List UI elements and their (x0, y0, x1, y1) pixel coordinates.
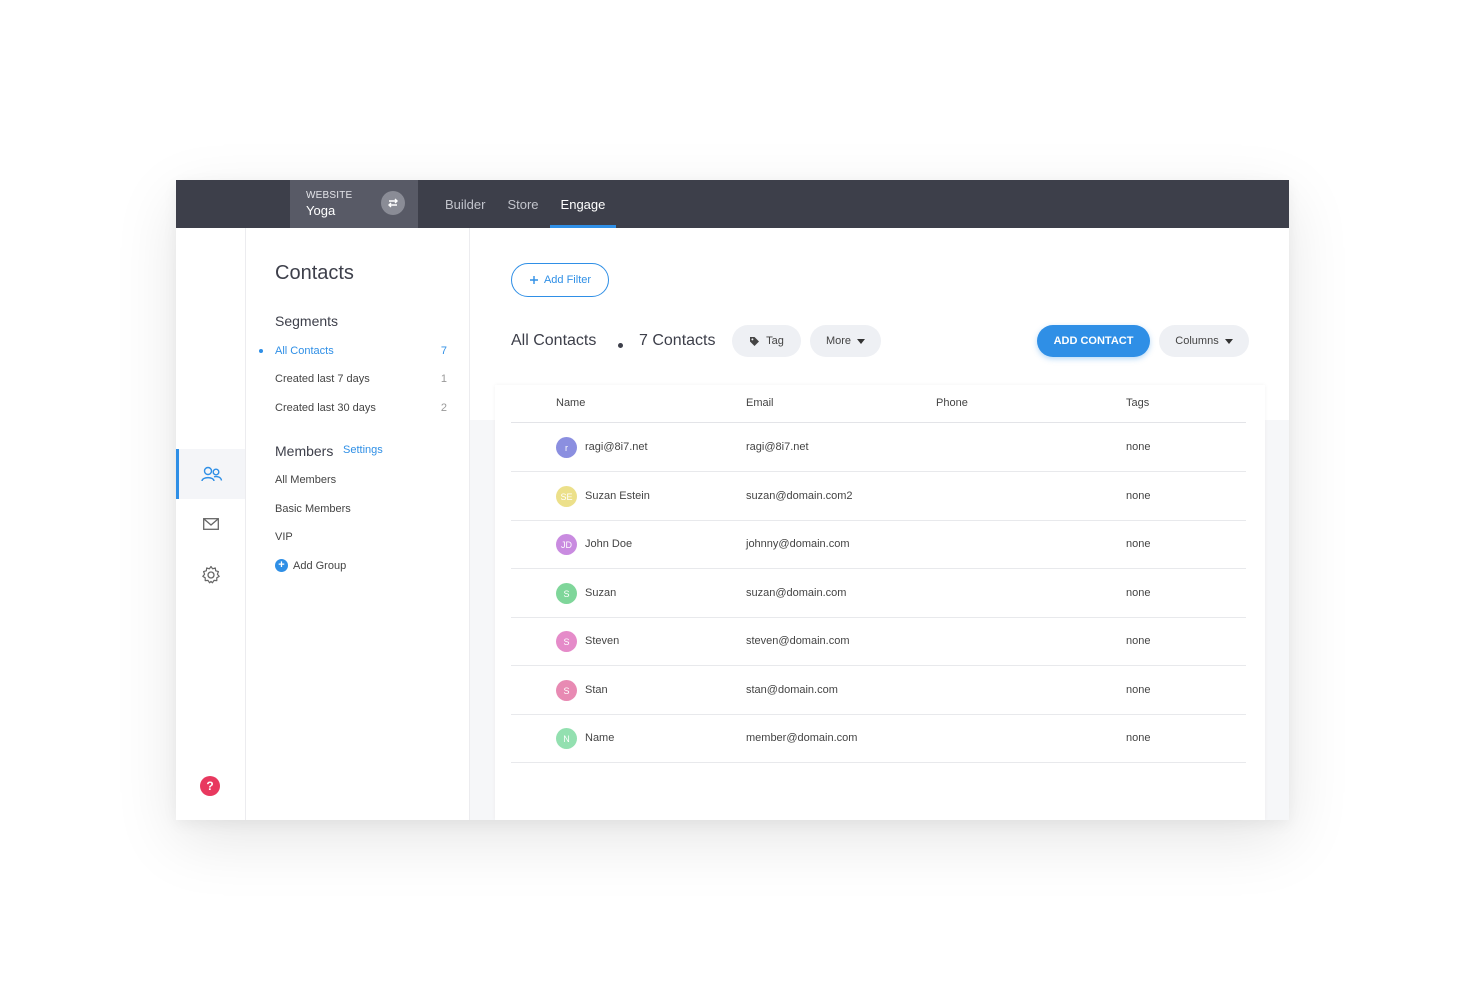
swap-arrows-icon (388, 198, 398, 208)
segment-created-last-30-days[interactable]: Created last 30 days 2 (275, 402, 447, 414)
separator-dot (618, 343, 623, 348)
segment-created-last-7-days[interactable]: Created last 7 days 1 (275, 373, 447, 385)
tag-icon (750, 336, 760, 346)
nav-store[interactable]: Store (496, 180, 549, 228)
contact-email: member@domain.com (746, 732, 858, 744)
contacts-count: 7 Contacts (639, 332, 716, 349)
table-row[interactable]: r ragi@8i7.net ragi@8i7.net none (511, 423, 1246, 472)
help-button[interactable]: ? (200, 776, 220, 796)
app-window: WEBSITE Yoga Builder Store Engage ? Cont… (176, 180, 1289, 820)
contact-tags: none (1126, 490, 1151, 502)
list-title: All Contacts (511, 332, 597, 349)
contact-email: suzan@domain.com (746, 587, 847, 599)
table-row[interactable]: SE Suzan Estein suzan@domain.com2 none (511, 472, 1246, 521)
chevron-down-icon (857, 338, 866, 344)
contact-email: johnny@domain.com (746, 538, 850, 550)
avatar: SE (556, 486, 577, 507)
avatar: S (556, 680, 577, 701)
avatar: S (556, 583, 577, 604)
table-row[interactable]: S Suzan suzan@domain.com none (511, 569, 1246, 618)
contact-tags: none (1126, 538, 1151, 550)
icon-rail: ? (176, 228, 246, 820)
tag-button[interactable]: Tag (732, 325, 801, 357)
columns-label: Columns (1175, 335, 1219, 347)
segment-label: All Contacts (275, 345, 334, 357)
contacts-icon (201, 466, 223, 482)
contact-tags: none (1126, 684, 1151, 696)
contact-name: John Doe (585, 538, 633, 550)
segment-count: 1 (440, 373, 447, 385)
members-settings-link[interactable]: Settings (343, 444, 383, 456)
contact-email: steven@domain.com (746, 635, 850, 647)
site-kind-label: WEBSITE (306, 190, 353, 201)
contacts-table: Name Email Phone Tags r ragi@8i7.net rag… (495, 385, 1265, 820)
active-segment-dot (259, 349, 263, 353)
table-row[interactable]: S Stan stan@domain.com none (511, 666, 1246, 715)
contact-tags: none (1126, 732, 1151, 744)
contact-name: Name (585, 732, 615, 744)
add-group-label: Add Group (293, 559, 347, 572)
contact-email: suzan@domain.com2 (746, 490, 853, 502)
table-row[interactable]: N Name member@domain.com none (511, 714, 1246, 763)
column-header-email[interactable]: Email (746, 397, 774, 409)
column-header-name[interactable]: Name (556, 397, 585, 409)
columns-button[interactable]: Columns (1159, 325, 1249, 357)
table-row[interactable]: JD John Doe johnny@domain.com none (511, 520, 1246, 569)
member-group-basic-members[interactable]: Basic Members (275, 503, 351, 515)
contact-name: ragi@8i7.net (585, 441, 648, 453)
site-switcher[interactable]: WEBSITE Yoga (290, 180, 418, 228)
main-content: Add Filter All Contacts 7 Contacts Tag M… (470, 228, 1289, 820)
plus-circle-icon: + (275, 559, 288, 572)
avatar: N (556, 728, 577, 749)
contact-tags: none (1126, 587, 1151, 599)
plus-icon (529, 276, 538, 284)
member-group-all-members[interactable]: All Members (275, 474, 336, 486)
contact-name: Steven (585, 635, 620, 647)
column-header-phone[interactable]: Phone (936, 397, 968, 409)
contact-email: stan@domain.com (746, 684, 838, 696)
add-filter-label: Add Filter (543, 274, 592, 286)
more-button[interactable]: More (810, 325, 881, 357)
segments-heading: Segments (275, 313, 339, 329)
contact-name: Suzan (585, 587, 617, 599)
page-title: Contacts (275, 262, 354, 284)
contact-tags: none (1126, 441, 1151, 453)
contact-name: Suzan Estein (585, 490, 650, 502)
nav-builder[interactable]: Builder (434, 180, 496, 228)
segment-count: 7 (440, 345, 447, 357)
contact-tags: none (1126, 635, 1151, 647)
members-heading: Members (275, 443, 334, 459)
segment-label: Created last 30 days (275, 402, 376, 414)
segments-panel: Contacts Segments All Contacts 7 Created… (246, 228, 470, 820)
chevron-down-icon (1224, 338, 1233, 344)
add-contact-button[interactable]: ADD CONTACT (1037, 325, 1150, 357)
top-bar: WEBSITE Yoga Builder Store Engage (176, 180, 1289, 228)
avatar: JD (556, 534, 577, 555)
segment-label: Created last 7 days (275, 373, 370, 385)
add-filter-button[interactable]: Add Filter (511, 263, 609, 297)
site-name: Yoga (306, 203, 336, 218)
add-group-button[interactable]: + Add Group (275, 559, 346, 572)
avatar: S (556, 631, 577, 652)
table-header: Name Email Phone Tags (511, 385, 1246, 423)
contact-email: ragi@8i7.net (746, 441, 809, 453)
rail-mail-button[interactable] (176, 499, 245, 549)
segment-all-contacts[interactable]: All Contacts 7 (275, 345, 447, 357)
settings-icon (201, 565, 220, 584)
main-nav: Builder Store Engage (434, 180, 617, 228)
member-group-vip[interactable]: VIP (275, 531, 293, 543)
segment-count: 2 (440, 402, 447, 414)
table-row[interactable]: S Steven steven@domain.com none (511, 617, 1246, 666)
rail-contacts-button[interactable] (176, 449, 245, 499)
column-header-tags[interactable]: Tags (1126, 397, 1149, 409)
avatar: r (556, 437, 577, 458)
rail-settings-button[interactable] (176, 550, 245, 600)
nav-engage[interactable]: Engage (549, 180, 617, 228)
contact-name: Stan (585, 684, 608, 696)
mail-icon (202, 518, 219, 530)
more-label: More (825, 335, 852, 347)
swap-site-button[interactable] (381, 191, 405, 215)
tag-label: Tag (766, 335, 784, 347)
